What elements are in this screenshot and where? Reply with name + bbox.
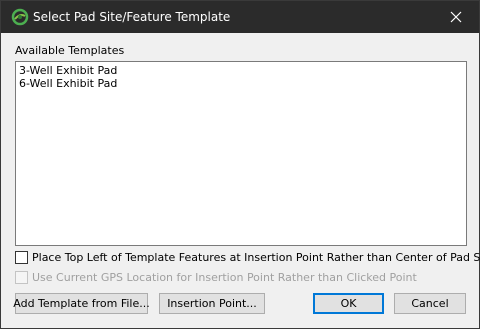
insertion-point-button[interactable]: Insertion Point... (159, 293, 265, 314)
gps-checkbox-label: Use Current GPS Location for Insertion P… (32, 271, 417, 284)
top-left-checkbox[interactable] (15, 251, 28, 264)
gps-option: Use Current GPS Location for Insertion P… (15, 271, 417, 284)
close-button[interactable] (433, 1, 479, 33)
top-left-option[interactable]: Place Top Left of Template Features at I… (15, 251, 480, 264)
close-icon (450, 11, 462, 23)
list-item[interactable]: 3-Well Exhibit Pad (19, 64, 117, 77)
top-left-checkbox-label: Place Top Left of Template Features at I… (32, 251, 480, 264)
list-item[interactable]: 6-Well Exhibit Pad (19, 77, 117, 90)
dialog-window: Select Pad Site/Feature Template Availab… (0, 0, 480, 329)
add-template-button[interactable]: Add Template from File... (13, 293, 150, 314)
gps-checkbox (15, 271, 28, 284)
templates-listbox[interactable]: 3-Well Exhibit Pad 6-Well Exhibit Pad (15, 61, 467, 246)
available-templates-label: Available Templates (15, 44, 125, 57)
app-logo-icon (11, 8, 29, 26)
cancel-button[interactable]: Cancel (394, 293, 466, 314)
title-bar[interactable]: Select Pad Site/Feature Template (1, 1, 479, 33)
ok-button[interactable]: OK (313, 293, 384, 314)
window-title: Select Pad Site/Feature Template (33, 10, 231, 24)
